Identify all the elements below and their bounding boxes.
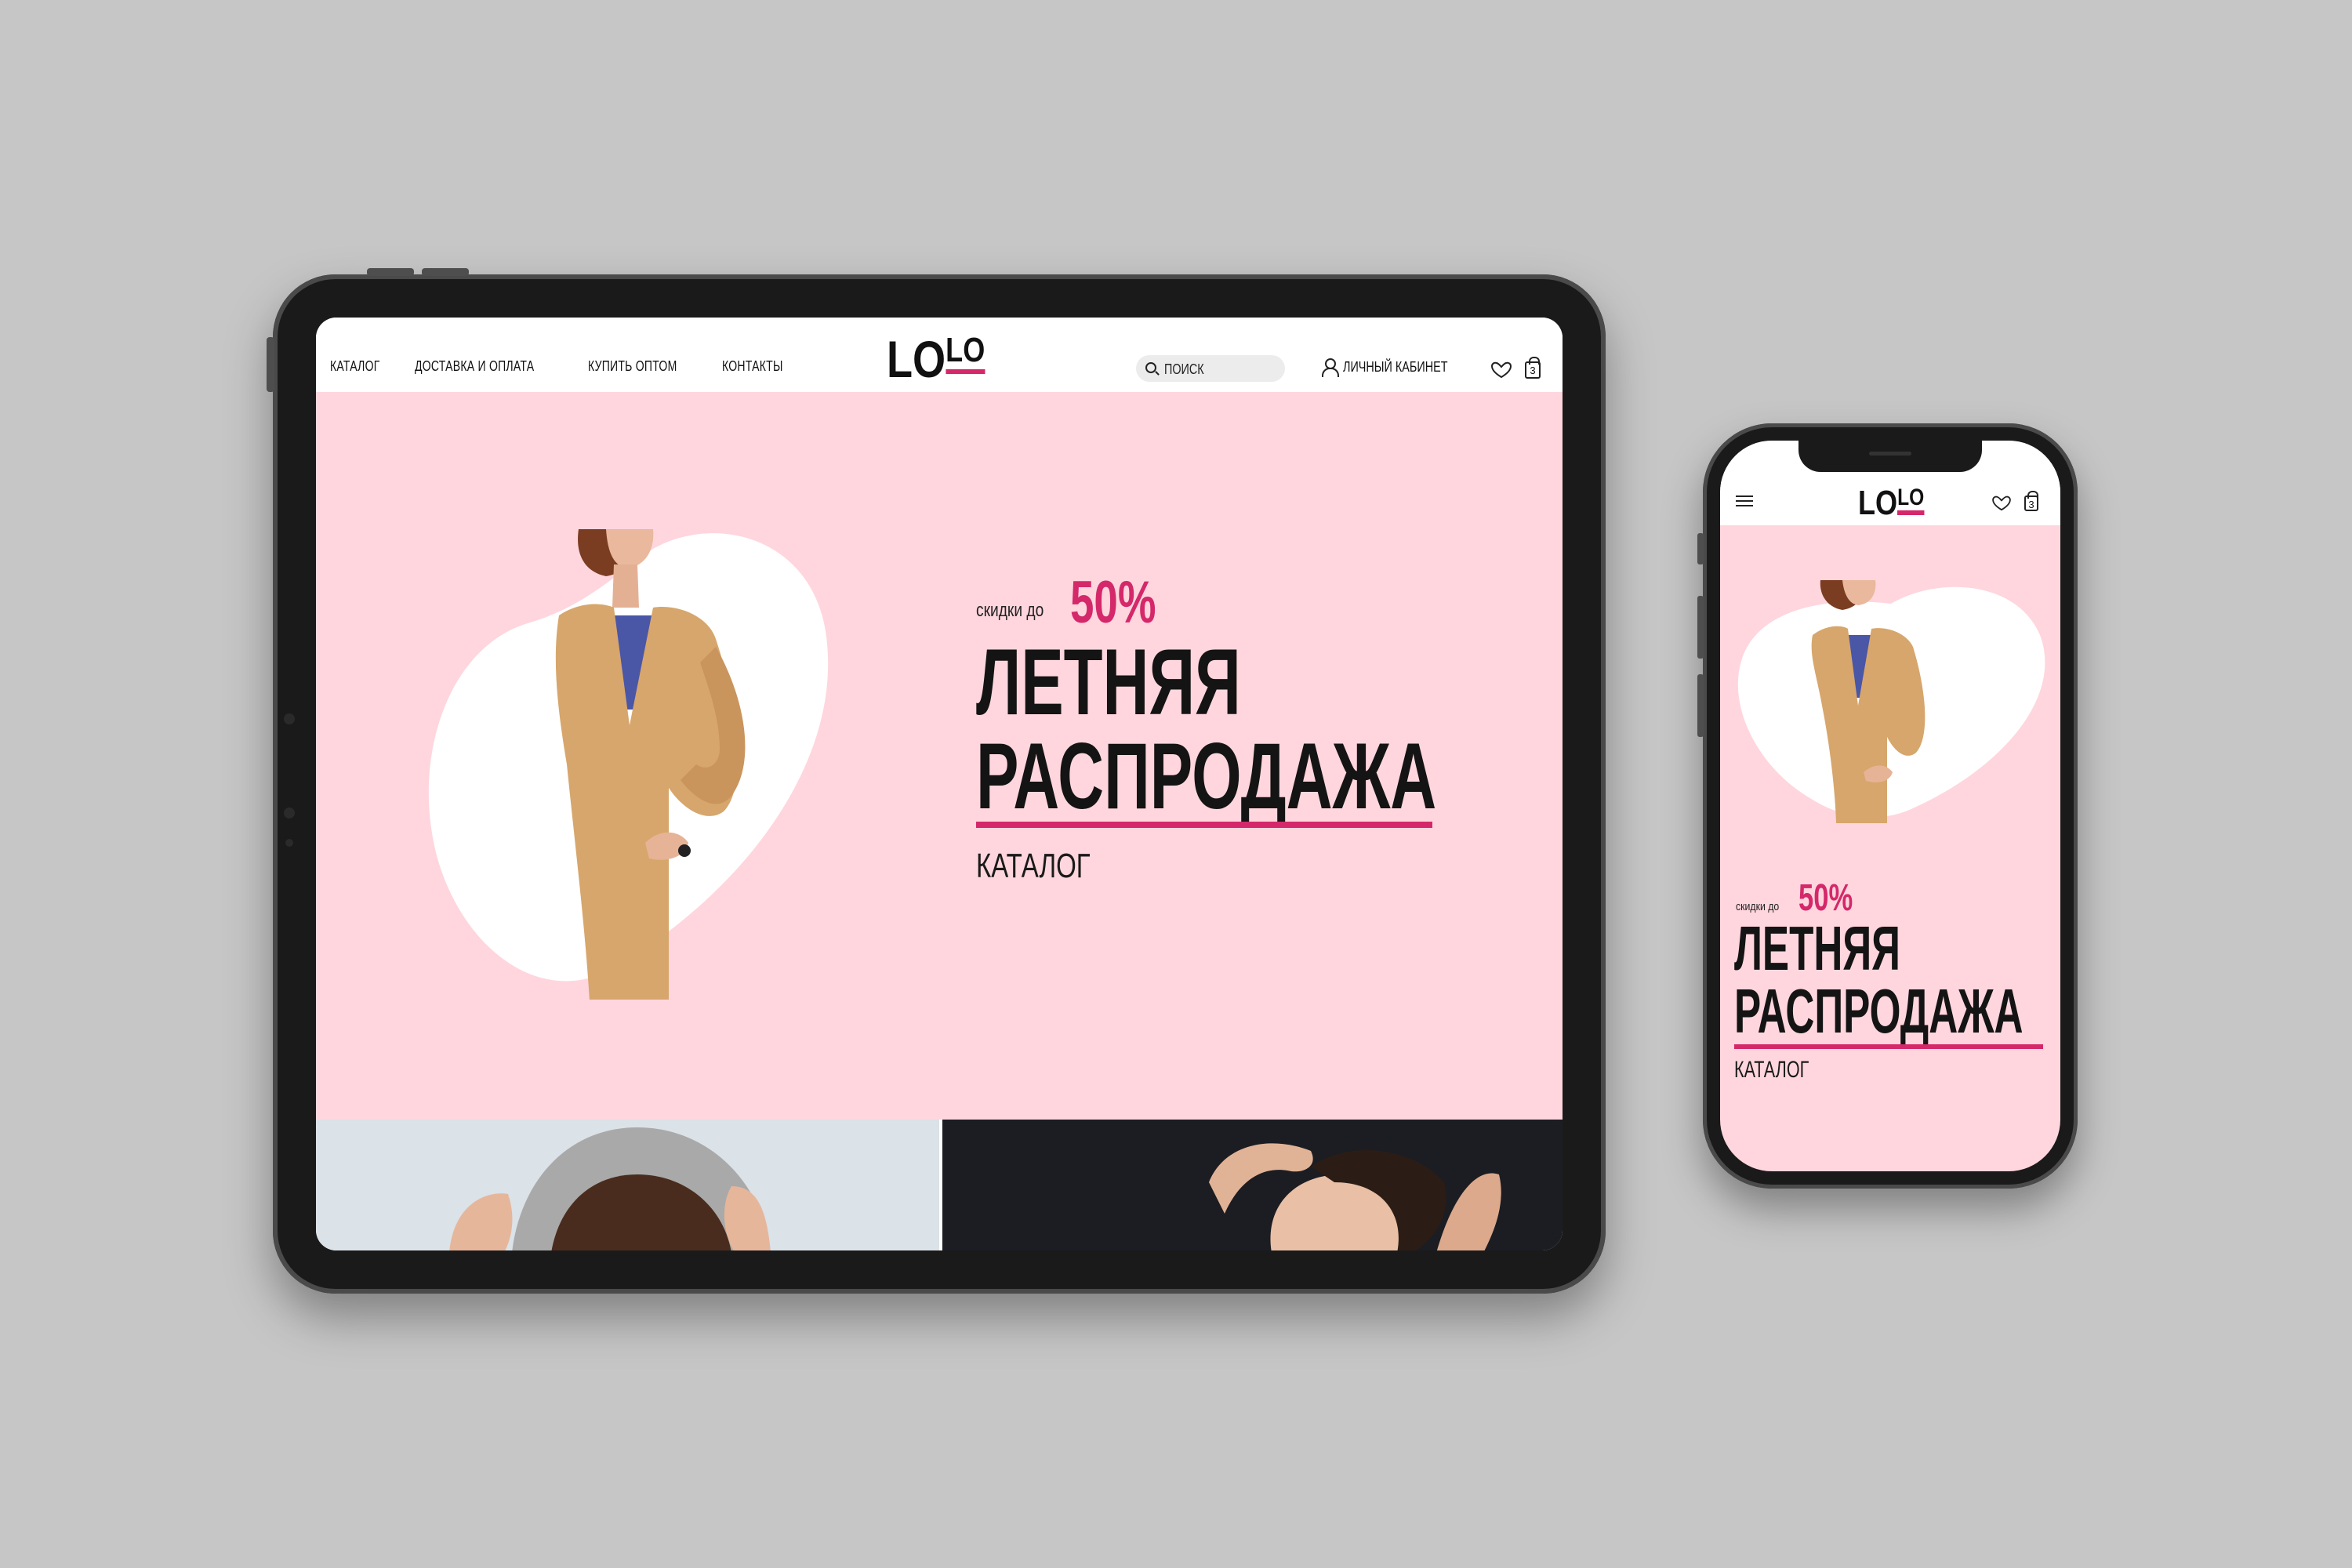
hero-title-line1: ЛЕТНЯЯ: [1734, 913, 1900, 983]
tablet-camera: [285, 839, 293, 847]
tablet-sensor: [284, 713, 295, 724]
phone-mute-switch: [1697, 533, 1704, 564]
account-link[interactable]: ЛИЧНЫЙ КАБИНЕТ: [1321, 358, 1474, 377]
tablet-screen: КАТАЛОГ ДОСТАВКА И ОПЛАТА КУПИТЬ ОПТОМ К…: [316, 318, 1563, 1250]
hero-title-line2: РАСПРОДАЖА: [1734, 976, 2024, 1046]
account-label: ЛИЧНЫЙ КАБИНЕТ: [1343, 358, 1448, 375]
tablet-volume-button: [422, 268, 469, 276]
phone-volume-up: [1697, 596, 1704, 659]
tablet-top-button: [267, 337, 274, 392]
accent-divider: [976, 822, 1432, 828]
phone-notch: [1798, 441, 1982, 472]
heart-icon[interactable]: [1991, 495, 2012, 511]
nav-item-delivery[interactable]: ДОСТАВКА И ОПЛАТА: [415, 358, 534, 375]
search-icon: [1145, 362, 1156, 373]
catalog-link[interactable]: КАТАЛОГ: [1734, 1057, 1809, 1083]
cart-count: 3: [1530, 365, 1536, 376]
phone-device: LOLO 3 скидки до 50% ЛЕТНЯЯ РАСПРОДАЖА К…: [1697, 423, 2078, 1189]
model-neck: [612, 564, 639, 608]
hand-left: [449, 1193, 513, 1250]
nav-item-catalog[interactable]: КАТАЛОГ: [330, 358, 380, 375]
catalog-link[interactable]: КАТАЛОГ: [976, 847, 1091, 886]
discount-value: 50%: [1070, 569, 1156, 636]
category-tile[interactable]: [942, 1120, 1563, 1250]
accent-divider: [1734, 1044, 2043, 1049]
shopping-bag-icon[interactable]: 3: [1525, 357, 1541, 379]
hero-title-line2: РАСПРОДАЖА: [976, 724, 1437, 829]
phone-volume-down: [1697, 674, 1704, 737]
tablet-volume-button: [367, 268, 414, 276]
nav-item-contacts[interactable]: КОНТАКТЫ: [722, 358, 783, 375]
tablet-device: КАТАЛОГ ДОСТАВКА И ОПЛАТА КУПИТЬ ОПТОМ К…: [267, 268, 1606, 1294]
logo-text-underlined: LO: [1897, 485, 1924, 515]
hero-photo: [428, 529, 829, 1000]
mobile-header: LOLO 3: [1720, 441, 2060, 525]
hero-title: ЛЕТНЯЯ РАСПРОДАЖА: [1734, 917, 2023, 1043]
tablet-sensor: [284, 808, 295, 818]
search-placeholder: ПОИСК: [1164, 361, 1204, 377]
heart-icon[interactable]: [1490, 361, 1512, 379]
arm-right: [1436, 1173, 1501, 1250]
discount-prefix: скидки до: [976, 600, 1044, 621]
shopping-bag-icon[interactable]: 3: [2024, 491, 2038, 511]
logo-text-underlined: LO: [946, 331, 985, 374]
cardigan-button: [678, 844, 691, 857]
brand-logo[interactable]: LOLO: [1858, 484, 1924, 522]
logo-text-main: LO: [1858, 484, 1898, 522]
user-icon: [1321, 358, 1339, 377]
tile-photo-woman: [1209, 1143, 1501, 1250]
category-tile[interactable]: [316, 1120, 939, 1250]
search-input[interactable]: ПОИСК: [1136, 355, 1285, 382]
logo-text-main: LO: [887, 330, 946, 388]
speaker: [1869, 452, 1911, 456]
hamburger-menu-icon[interactable]: [1736, 495, 1753, 506]
main-nav: КАТАЛОГ ДОСТАВКА И ОПЛАТА КУПИТЬ ОПТОМ К…: [330, 358, 800, 375]
nav-item-wholesale[interactable]: КУПИТЬ ОПТОМ: [588, 358, 677, 375]
brand-logo[interactable]: LOLO: [887, 330, 985, 388]
phone-screen: LOLO 3 скидки до 50% ЛЕТНЯЯ РАСПРОДАЖА К…: [1720, 441, 2060, 1171]
tile-photo-hoodie: [449, 1127, 771, 1250]
hero-title: ЛЕТНЯЯ РАСПРОДАЖА: [976, 635, 1436, 823]
hero-photo: [1737, 580, 2045, 823]
hero-banner: скидки до 50% ЛЕТНЯЯ РАСПРОДАЖА КАТАЛОГ: [316, 392, 1563, 1120]
cart-count: 3: [2028, 499, 2034, 510]
hero-title-line1: ЛЕТНЯЯ: [976, 630, 1241, 735]
discount-prefix: скидки до: [1736, 900, 1780, 913]
site-header: КАТАЛОГ ДОСТАВКА И ОПЛАТА КУПИТЬ ОПТОМ К…: [316, 318, 1563, 392]
hand-right: [724, 1186, 771, 1250]
